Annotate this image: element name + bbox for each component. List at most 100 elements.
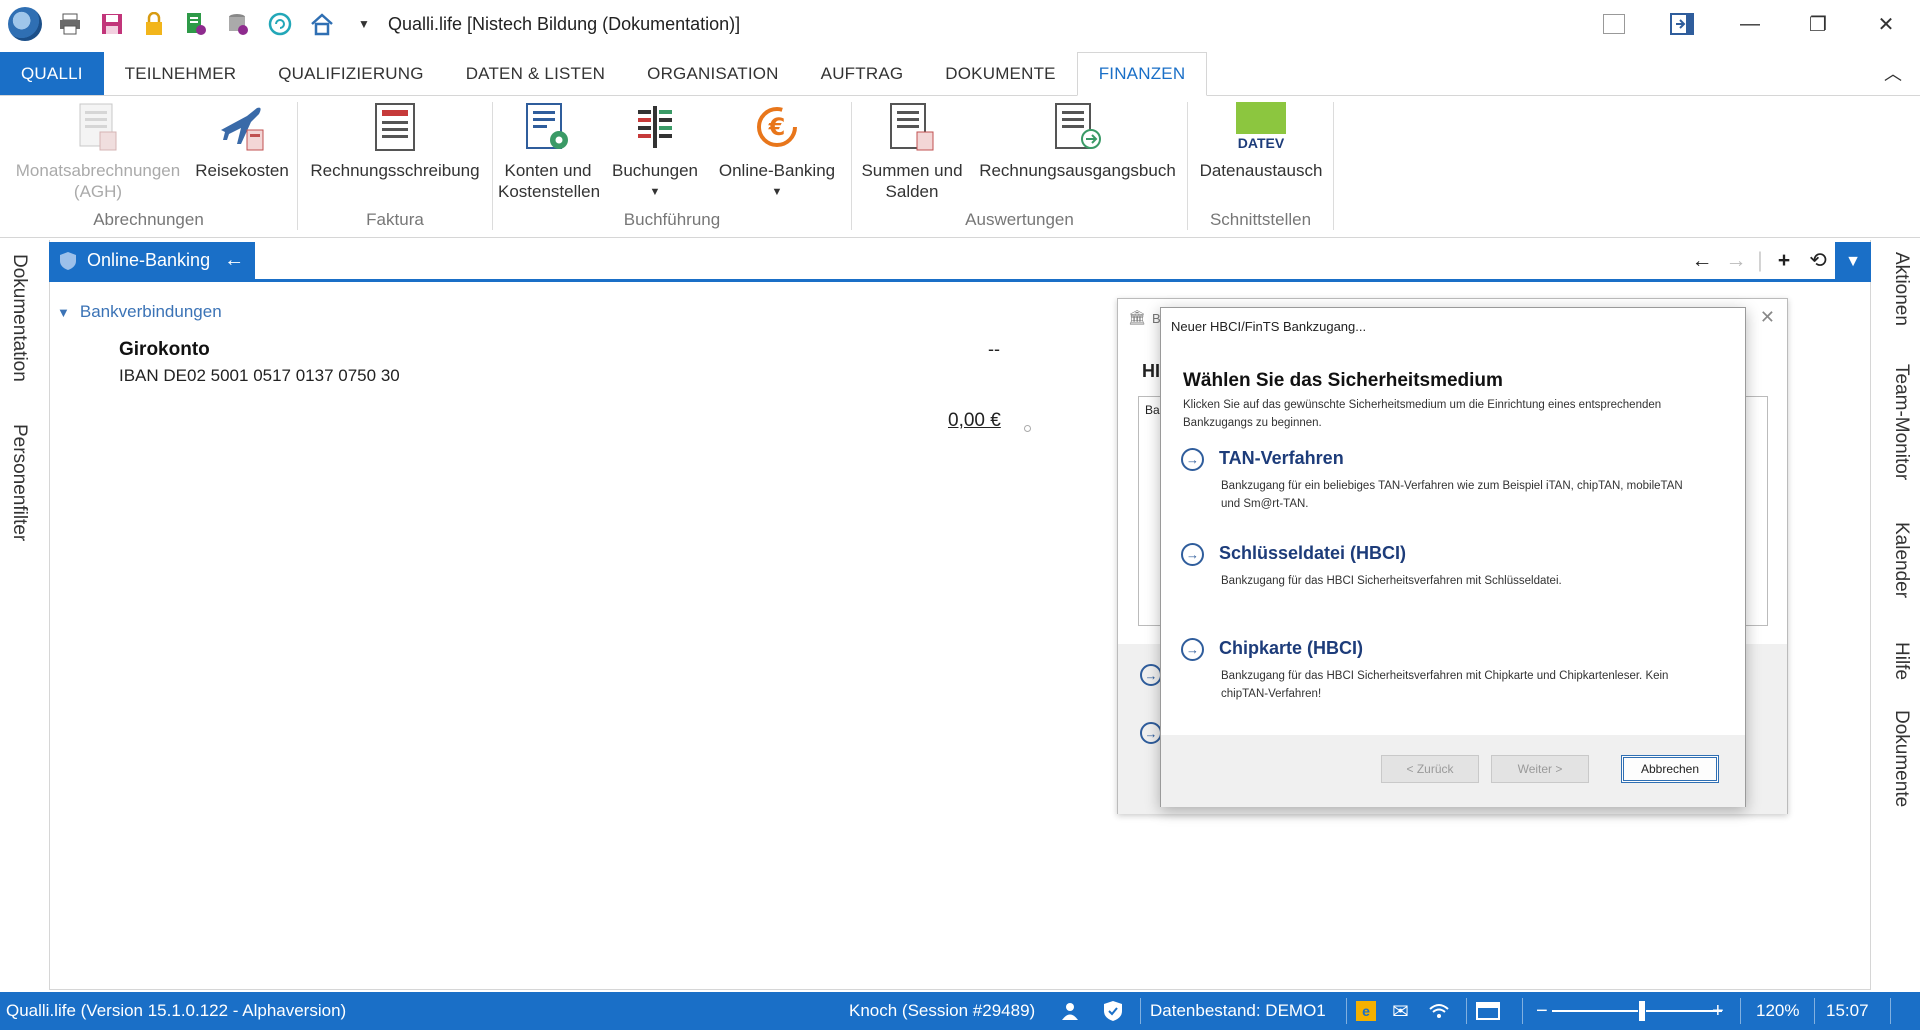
tab-organisation[interactable]: ORGANISATION	[626, 52, 800, 95]
bg-option-arrow-icon-2[interactable]: →	[1140, 722, 1162, 744]
account-name[interactable]: Girokonto	[119, 339, 210, 361]
sidebar-hilfe[interactable]: Hilfe	[1890, 642, 1912, 680]
app-logo-icon[interactable]	[8, 7, 42, 41]
divider: |	[1757, 248, 1763, 272]
database-icon[interactable]	[224, 10, 252, 38]
back-button[interactable]: < Zurück	[1381, 755, 1479, 783]
sidebar-dokumente[interactable]: Dokumente	[1890, 710, 1912, 807]
buchungen-button[interactable]: Buchungen ▼	[605, 100, 705, 203]
summen-salden-button[interactable]: Summen und Salden	[857, 100, 967, 202]
menu-dropdown-icon[interactable]: ▼	[1835, 242, 1871, 282]
browser-icon[interactable]: e	[1356, 992, 1376, 1030]
collapse-ribbon-icon[interactable]: ︿	[1884, 60, 1902, 86]
mail-icon[interactable]: ✉	[1392, 992, 1409, 1030]
panel-toggle-icon[interactable]	[1648, 0, 1716, 48]
zoom-slider-thumb[interactable]	[1638, 1000, 1647, 1022]
refresh-icon[interactable]	[266, 10, 294, 38]
buchungen-caret-icon: ▼	[649, 186, 661, 198]
monthly-report-icon	[73, 100, 123, 154]
tab-finanzen[interactable]: FINANZEN	[1076, 52, 1208, 96]
tab-auftrag[interactable]: AUFTRAG	[800, 52, 925, 95]
report-icon[interactable]	[182, 10, 210, 38]
next-button[interactable]: Weiter >	[1491, 755, 1589, 783]
cancel-button[interactable]: Abbrechen	[1621, 755, 1719, 783]
tab-qualli[interactable]: QUALLI	[0, 52, 104, 95]
group-title-faktura: Faktura	[366, 210, 424, 229]
ribbon: Monatsabrechnungen (AGH) Reisekosten Abr…	[0, 96, 1920, 238]
reisekosten-button[interactable]: Reisekosten	[192, 100, 292, 181]
group-faktura: Rechnungsschreibung Faktura	[298, 100, 492, 234]
security-shield-icon[interactable]	[1103, 992, 1123, 1030]
ledger-icon	[630, 100, 680, 154]
add-icon[interactable]: +	[1767, 249, 1801, 273]
tab-daten-listen[interactable]: DATEN & LISTEN	[445, 52, 626, 95]
wifi-icon[interactable]	[1428, 992, 1450, 1030]
bank-building-icon: 🏛	[1128, 309, 1146, 325]
option-title[interactable]: Schlüsseldatei (HBCI)	[1219, 543, 1406, 564]
ribbon-tabs: QUALLI TEILNEHMER QUALIFIZIERUNG DATEN &…	[0, 52, 1920, 96]
session-text: Knoch (Session #29489)	[849, 1001, 1036, 1020]
restore-square-icon[interactable]	[1580, 0, 1648, 48]
bg-option-arrow-icon[interactable]: →	[1140, 664, 1162, 686]
datenaustausch-button[interactable]: DATEV Datenaustausch	[1196, 100, 1326, 181]
monatsabrechnungen-button[interactable]: Monatsabrechnungen (AGH)	[8, 100, 188, 202]
sidebar-team-monitor[interactable]: Team-Monitor	[1890, 364, 1912, 480]
tab-teilnehmer[interactable]: TEILNEHMER	[104, 52, 258, 95]
arrow-right-circle-icon: →	[1181, 638, 1204, 661]
zoom-slider[interactable]	[1552, 1010, 1722, 1012]
title-bar: ▼ Qualli.life [Nistech Bildung (Dokument…	[0, 0, 1920, 48]
reload-icon[interactable]: ⟲	[1801, 248, 1835, 273]
datev-logo-icon: DATEV	[1236, 100, 1286, 154]
group-title-auswertungen: Auswertungen	[965, 210, 1074, 229]
tab-qualifizierung[interactable]: QUALIFIZIERUNG	[257, 52, 444, 95]
online-banking-button[interactable]: € Online-Banking ▼	[713, 100, 841, 203]
sidebar-personenfilter[interactable]: Personenfilter	[8, 424, 30, 541]
clock-text: 15:07	[1826, 1001, 1869, 1020]
option-title[interactable]: Chipkarte (HBCI)	[1219, 638, 1363, 659]
arrow-right-circle-icon: →	[1181, 543, 1204, 566]
home-icon[interactable]	[308, 10, 336, 38]
minimize-icon[interactable]: —	[1716, 0, 1784, 48]
accounts-settings-icon	[523, 100, 573, 154]
zoom-out-icon[interactable]: −	[1536, 992, 1548, 1030]
sidebar-aktionen[interactable]: Aktionen	[1890, 252, 1912, 326]
nav-back-icon[interactable]: ←	[1685, 249, 1719, 273]
document-tab-bar: Online-Banking ← ← → | + ⟲ ▼	[49, 242, 1871, 282]
user-icon[interactable]	[1060, 992, 1080, 1030]
print-icon[interactable]	[56, 10, 84, 38]
group-title-schnittstellen: Schnittstellen	[1209, 210, 1312, 229]
collapse-triangle-icon[interactable]: ▼	[57, 305, 70, 320]
nav-forward-icon[interactable]: →	[1719, 249, 1753, 273]
group-title-buchfuehrung: Buchführung	[623, 210, 721, 229]
document-tab-online-banking[interactable]: Online-Banking ←	[49, 242, 255, 279]
sidebar-dokumentation[interactable]: Dokumentation	[8, 254, 30, 382]
right-sidebar: Aktionen Team-Monitor Kalender Hilfe Dok…	[1880, 240, 1920, 990]
lock-icon[interactable]	[140, 10, 168, 38]
group-title-abrechnungen: Abrechnungen	[93, 210, 204, 229]
option-title[interactable]: TAN-Verfahren	[1219, 448, 1344, 469]
account-iban: IBAN DE02 5001 0517 0137 0750 30	[119, 366, 400, 385]
account-balance[interactable]: 0,00 €	[948, 410, 1001, 432]
rechnungsschreibung-button[interactable]: Rechnungsschreibung	[306, 100, 484, 181]
dialog-description: Klicken Sie auf das gewünschte Sicherhei…	[1183, 399, 1662, 429]
close-icon[interactable]: ✕	[1852, 0, 1920, 48]
konten-kostenstellen-button[interactable]: Konten und Kostenstellen	[498, 100, 600, 202]
zoom-in-icon[interactable]: +	[1712, 992, 1724, 1030]
tab-dokumente[interactable]: DOKUMENTE	[924, 52, 1076, 95]
rechnungsausgangsbuch-button[interactable]: Rechnungsausgangsbuch	[975, 100, 1180, 181]
maximize-icon[interactable]: ❐	[1784, 0, 1852, 48]
group-auswertungen: Summen und Salden Rechnungsausgangsbuch …	[852, 100, 1187, 234]
layout-icon[interactable]	[1476, 992, 1500, 1030]
sidebar-kalender[interactable]: Kalender	[1890, 522, 1912, 598]
bg-dialog-close-icon[interactable]: ✕	[1760, 307, 1775, 328]
invoice-icon	[370, 100, 420, 154]
window-title: Qualli.life [Nistech Bildung (Dokumentat…	[388, 13, 741, 34]
loading-indicator-icon	[1024, 425, 1031, 432]
dialog-title: Neuer HBCI/FinTS Bankzugang...	[1171, 319, 1367, 334]
group-schnittstellen: DATEV Datenaustausch Schnittstellen	[1188, 100, 1333, 234]
bank-connections-header[interactable]: ▼ Bankverbindungen	[57, 302, 222, 322]
back-arrow-icon[interactable]: ←	[224, 249, 244, 272]
invoice-outbox-icon	[1053, 100, 1103, 154]
save-icon[interactable]	[98, 10, 126, 38]
dropdown-icon[interactable]: ▼	[350, 10, 378, 38]
